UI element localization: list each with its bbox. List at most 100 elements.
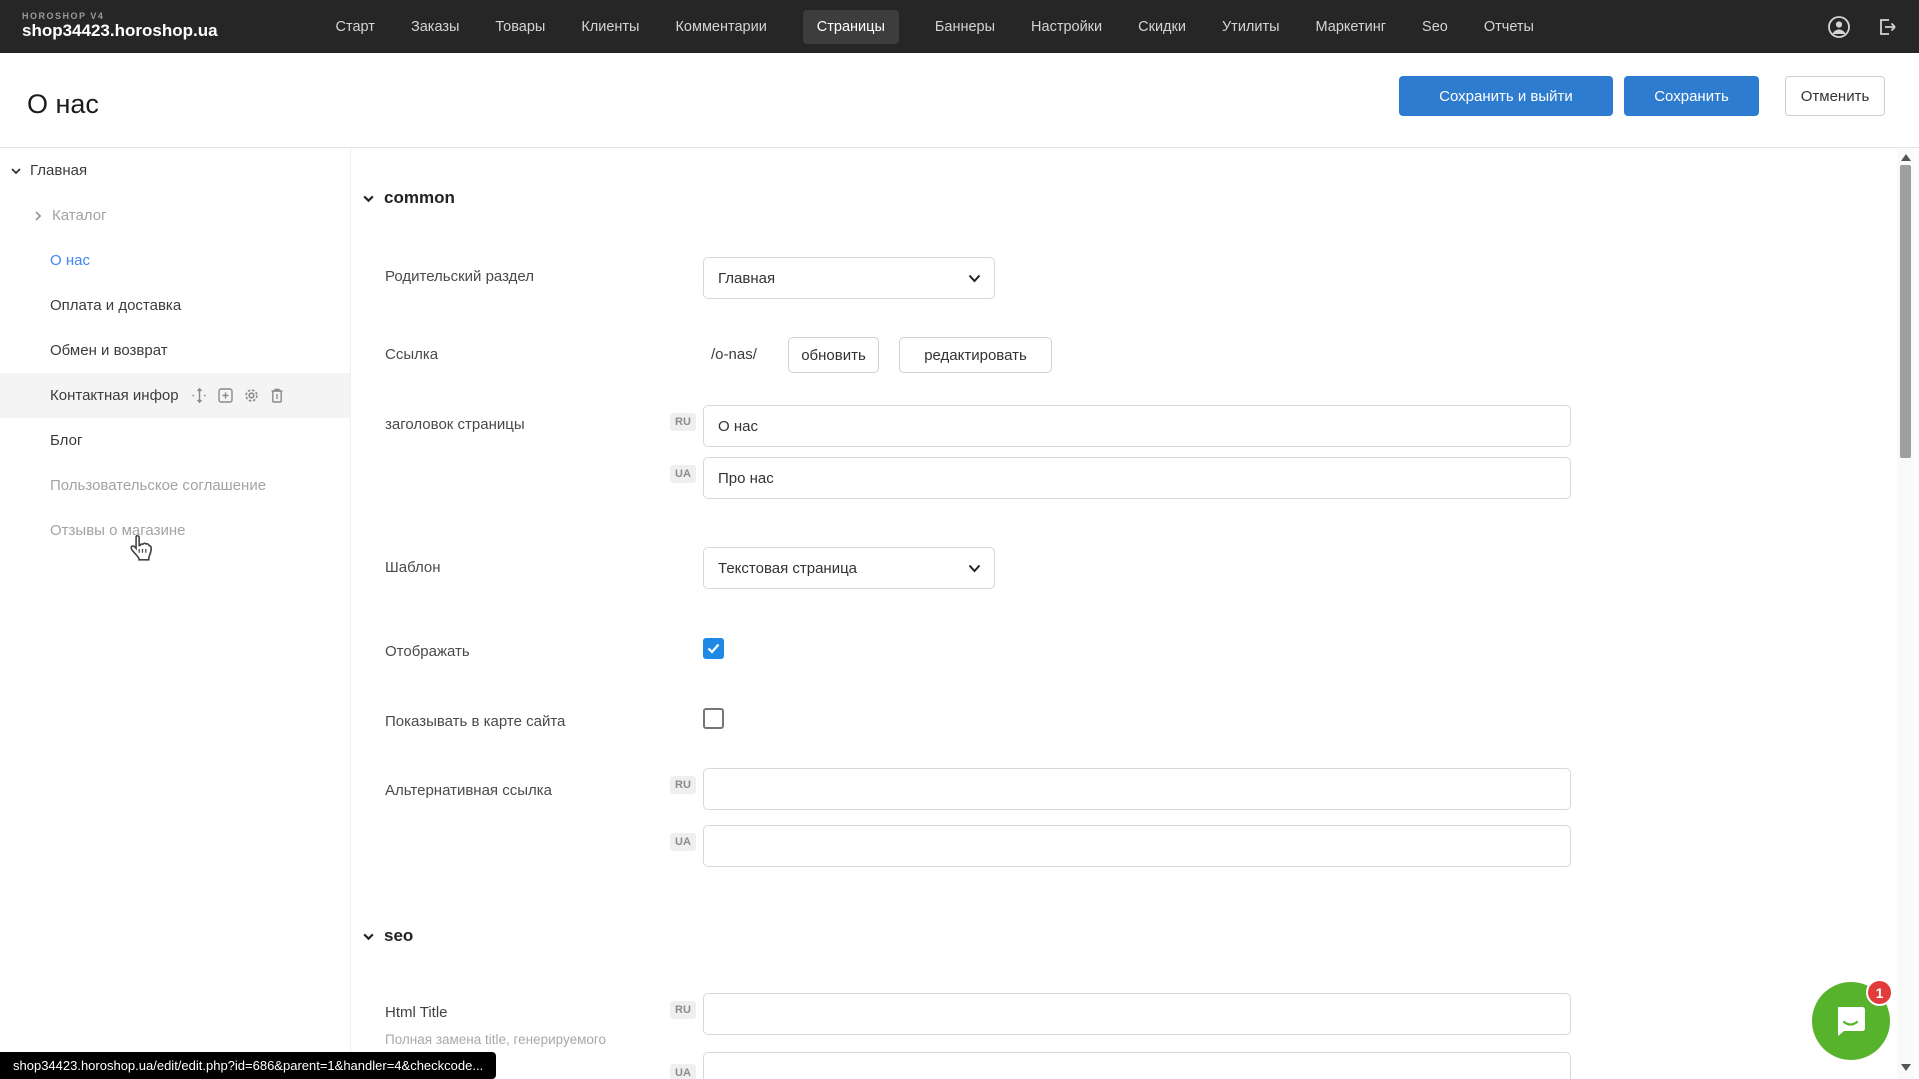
chevron-down-icon xyxy=(362,192,375,205)
tree-item-kontaktnaya-hovered[interactable]: Контактная инфор xyxy=(0,373,350,418)
chevron-down-icon xyxy=(968,564,981,573)
link-url-statusbar: shop34423.horoshop.ua/edit/edit.php?id=6… xyxy=(0,1052,496,1079)
tree-item-oplata[interactable]: Оплата и доставка xyxy=(0,283,350,328)
section-seo-label: seo xyxy=(384,926,413,946)
settings-gear-icon[interactable] xyxy=(243,387,260,404)
tree-row-actions xyxy=(191,387,285,404)
user-account-icon[interactable] xyxy=(1827,15,1851,39)
link-label: Ссылка xyxy=(385,346,438,363)
shop-logo: HOROSHOP V4 shop34423.horoshop.ua xyxy=(22,12,218,41)
drag-move-icon[interactable] xyxy=(191,387,208,404)
tree-item-label: Оплата и доставка xyxy=(50,297,181,314)
tree-item-soglashenie[interactable]: Пользовательское соглашение xyxy=(0,463,350,508)
scrollbar-up-arrow[interactable] xyxy=(1901,154,1911,161)
vertical-scrollbar xyxy=(1897,148,1914,1079)
tree-item-label: Каталог xyxy=(52,207,107,224)
parent-section-select[interactable]: Главная xyxy=(703,257,995,299)
nav-products[interactable]: Товары xyxy=(495,19,545,35)
nav-marketing[interactable]: Маркетинг xyxy=(1316,19,1387,35)
page-heading-ru-input[interactable] xyxy=(703,405,1571,447)
sitemap-label: Показывать в карте сайта xyxy=(385,713,565,730)
lang-badge-ua: UA xyxy=(670,1064,696,1079)
html-title-label: Html Title xyxy=(385,1004,448,1021)
section-common-label: common xyxy=(384,188,455,208)
nav-pages-active[interactable]: Страницы xyxy=(803,10,899,44)
page-title: О нас xyxy=(27,89,99,120)
chevron-down-icon xyxy=(968,274,981,283)
tree-item-label: Главная xyxy=(30,162,87,179)
tree-item-blog[interactable]: Блог xyxy=(0,418,350,463)
tree-item-obmen[interactable]: Обмен и возврат xyxy=(0,328,350,373)
tree-item-label: Отзывы о магазине xyxy=(50,522,185,539)
logo-domain: shop34423.horoshop.ua xyxy=(22,22,218,41)
chat-unread-badge: 1 xyxy=(1866,979,1893,1006)
pages-tree-sidebar: Главная Каталог О нас Оплата и доставка … xyxy=(0,148,351,1079)
tree-item-label: Пользовательское соглашение xyxy=(50,477,266,494)
nav-comments[interactable]: Комментарии xyxy=(675,19,766,35)
page-heading-ua-input[interactable] xyxy=(703,457,1571,499)
tree-item-glavnaya[interactable]: Главная xyxy=(0,148,350,193)
chevron-down-icon xyxy=(362,930,375,943)
nav-clients[interactable]: Клиенты xyxy=(581,19,639,35)
support-chat-button[interactable]: 1 xyxy=(1812,982,1890,1060)
lang-badge-ru: RU xyxy=(670,1001,696,1019)
page-heading-label: заголовок страницы xyxy=(385,416,525,433)
html-title-ua-input[interactable] xyxy=(703,1052,1571,1079)
link-edit-button[interactable]: редактировать xyxy=(899,337,1052,373)
tree-item-label: О нас xyxy=(50,252,90,269)
chat-bubble-icon xyxy=(1831,1001,1871,1041)
link-update-button[interactable]: обновить xyxy=(788,337,879,373)
tree-item-o-nas-selected[interactable]: О нас xyxy=(0,238,350,283)
html-title-hint: Полная замена title, генерируемого xyxy=(385,1032,606,1047)
scrollbar-thumb[interactable] xyxy=(1900,165,1911,458)
save-button[interactable]: Сохранить xyxy=(1624,76,1759,116)
cancel-button[interactable]: Отменить xyxy=(1785,76,1885,116)
delete-trash-icon[interactable] xyxy=(269,387,285,404)
section-common-toggle[interactable]: common xyxy=(362,188,455,208)
lang-badge-ru: RU xyxy=(670,413,696,431)
chevron-right-icon[interactable] xyxy=(32,210,44,222)
template-value: Текстовая страница xyxy=(718,560,857,577)
tree-item-katalog[interactable]: Каталог xyxy=(0,193,350,238)
template-select[interactable]: Текстовая страница xyxy=(703,547,995,589)
parent-section-value: Главная xyxy=(718,270,775,287)
lang-badge-ua: UA xyxy=(670,465,696,483)
add-page-icon[interactable] xyxy=(217,387,234,404)
nav-seo[interactable]: Seo xyxy=(1422,19,1448,35)
nav-orders[interactable]: Заказы xyxy=(411,19,459,35)
top-navigation: Старт Заказы Товары Клиенты Комментарии … xyxy=(336,10,1534,44)
alt-link-label: Альтернативная ссылка xyxy=(385,782,552,799)
topbar-right xyxy=(1827,15,1899,39)
scrollbar-down-arrow[interactable] xyxy=(1901,1064,1911,1071)
horoshop-admin-screen: HOROSHOP V4 shop34423.horoshop.ua Старт … xyxy=(0,0,1919,1079)
lang-badge-ua: UA xyxy=(670,833,696,851)
logout-icon[interactable] xyxy=(1875,15,1899,39)
nav-reports[interactable]: Отчеты xyxy=(1484,19,1534,35)
nav-banners[interactable]: Баннеры xyxy=(935,19,995,35)
display-label: Отображать xyxy=(385,643,470,660)
alt-link-ru-input[interactable] xyxy=(703,768,1571,810)
display-checkbox-checked[interactable] xyxy=(703,638,724,659)
html-title-ru-input[interactable] xyxy=(703,993,1571,1035)
topbar: HOROSHOP V4 shop34423.horoshop.ua Старт … xyxy=(0,0,1919,53)
section-seo-toggle[interactable]: seo xyxy=(362,926,413,946)
page-header: О нас Сохранить и выйти Сохранить Отмени… xyxy=(0,53,1919,148)
save-and-exit-button[interactable]: Сохранить и выйти xyxy=(1399,76,1613,116)
link-path-value: /o-nas/ xyxy=(711,346,757,363)
tree-item-label: Блог xyxy=(50,432,82,449)
page-edit-form: common Родительский раздел Главная Ссылк… xyxy=(351,148,1893,1079)
nav-settings[interactable]: Настройки xyxy=(1031,19,1102,35)
lang-badge-ru: RU xyxy=(670,776,696,794)
alt-link-ua-input[interactable] xyxy=(703,825,1571,867)
tree-item-label: Обмен и возврат xyxy=(50,342,168,359)
tree-item-otzyvy[interactable]: Отзывы о магазине xyxy=(0,508,350,553)
tree-item-label: Контактная инфор xyxy=(50,387,179,404)
nav-utilities[interactable]: Утилиты xyxy=(1222,19,1280,35)
nav-discounts[interactable]: Скидки xyxy=(1138,19,1186,35)
nav-start[interactable]: Старт xyxy=(336,19,375,35)
check-icon xyxy=(707,643,720,654)
sitemap-checkbox-unchecked[interactable] xyxy=(703,708,724,729)
chevron-down-icon[interactable] xyxy=(10,165,22,177)
template-label: Шаблон xyxy=(385,559,441,576)
parent-section-label: Родительский раздел xyxy=(385,268,534,285)
